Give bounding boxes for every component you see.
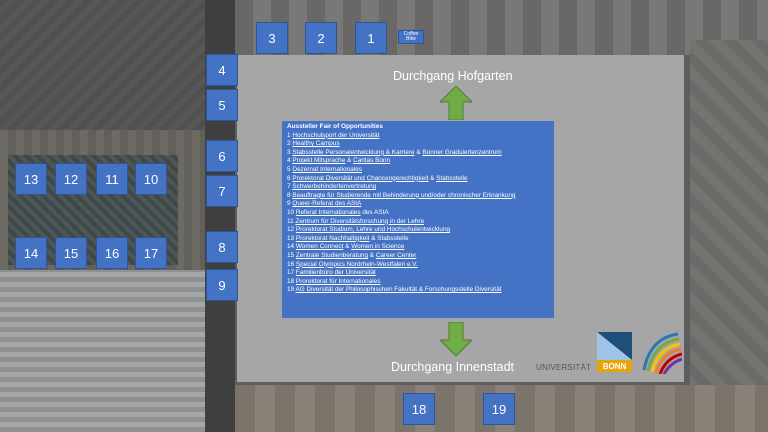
exhibitor-entry: 5 Dezernat Internationales <box>287 166 549 175</box>
exhibitor-entry: 2 Healthy Campus <box>287 140 549 149</box>
logo-universitaet-text: UNIVERSITÄT <box>536 363 592 372</box>
exhibitor-link[interactable]: Dezernat Internationales <box>292 166 362 173</box>
stand-2[interactable]: 2 <box>305 22 337 54</box>
arrow-up-icon <box>440 86 472 120</box>
exhibitor-entry: 4 Projekt Mitsprache & Caritas Bonn <box>287 157 549 166</box>
stand-7[interactable]: 7 <box>206 175 238 207</box>
exhibitor-entry: 1 Hochschulsport der Universität <box>287 132 549 141</box>
exit-label-hofgarten: Durchgang Hofgarten <box>393 69 513 83</box>
exhibitor-entry: 15 Zentrale Studienberatung & Career Cen… <box>287 252 549 261</box>
stand-3[interactable]: 3 <box>256 22 288 54</box>
exhibitor-link[interactable]: Projekt Mitsprache <box>292 157 345 164</box>
exhibitor-entry: 6 Prorektorat Diversität und Chancengere… <box>287 175 549 184</box>
background-roof-left <box>0 0 205 130</box>
exhibitor-list: Aussteller Fair of Opportunities 1 Hochs… <box>282 121 554 318</box>
stand-8[interactable]: 8 <box>206 231 238 263</box>
exhibitor-link[interactable]: Stabsstelle <box>436 175 467 182</box>
exhibitor-text: 18 <box>287 277 296 285</box>
exhibitor-text: des AStA <box>360 208 389 216</box>
exhibitor-text: 13 <box>287 234 296 242</box>
exhibitor-link[interactable]: Prorektorat Studium, Lehre und Hochschul… <box>296 226 450 233</box>
exhibitor-link[interactable]: Women in Science <box>351 243 404 250</box>
university-logo-icon <box>597 332 632 360</box>
logo-bonn-text: BONN <box>597 360 632 372</box>
diversity-logo-icon <box>642 332 682 374</box>
exit-label-innenstadt: Durchgang Innenstadt <box>391 360 515 374</box>
stand-11[interactable]: 11 <box>96 163 128 195</box>
exhibitor-list-title: Aussteller Fair of Opportunities <box>287 123 383 130</box>
stand-6[interactable]: 6 <box>206 140 238 172</box>
exhibitor-text: 17 <box>287 269 296 277</box>
stand-5[interactable]: 5 <box>206 89 238 121</box>
exhibitor-entry: 9 Queer-Referat des AStA <box>287 200 549 209</box>
exhibitor-text: 12 <box>287 226 296 234</box>
exhibitor-link[interactable]: Referat Internationales <box>296 209 361 216</box>
stand-10[interactable]: 10 <box>135 163 167 195</box>
coffee-bike-marker[interactable]: Coffee Bike <box>398 30 424 44</box>
exhibitor-link[interactable]: Schwerbehindertenvertretung <box>292 183 376 190</box>
stand-19[interactable]: 19 <box>483 393 515 425</box>
stand-4[interactable]: 4 <box>206 54 238 86</box>
exhibitor-link[interactable]: Prorektorat Diversität und Chancengerech… <box>292 175 428 182</box>
exhibitor-link[interactable]: Queer-Referat des AStA <box>292 200 361 207</box>
background-roof-bottom-left <box>0 270 205 432</box>
exhibitor-entry: 17 Familienbüro der Universität <box>287 269 549 278</box>
exhibitor-link[interactable]: Career Center <box>376 252 417 259</box>
exhibitor-text: & <box>345 157 354 165</box>
exhibitor-link[interactable]: Hochschulsport der Universität <box>292 132 379 139</box>
exhibitor-entry: 14 Women Connect & Women in Science <box>287 243 549 252</box>
exhibitor-text: 15 <box>287 251 296 259</box>
background-roof-right <box>690 40 768 432</box>
exhibitor-entry: 3 Stabsstelle Personalentwicklung & Karr… <box>287 149 549 158</box>
exhibitor-text: 14 <box>287 243 296 251</box>
stand-13[interactable]: 13 <box>15 163 47 195</box>
exhibitor-link[interactable]: AG Diversität der Philosophischen Fakult… <box>296 286 502 293</box>
stand-9[interactable]: 9 <box>206 269 238 301</box>
exhibitor-entry: 7 Schwerbehindertenvertretung <box>287 183 549 192</box>
exhibitor-link[interactable]: Special Olympics Nordrhein-Westfalen e.V… <box>296 261 418 268</box>
arrow-down-icon <box>440 322 472 356</box>
exhibitor-text: 19 <box>287 286 296 294</box>
exhibitor-link[interactable]: Women Connect <box>296 243 343 250</box>
exhibitor-link[interactable]: Stabsstelle Personalentwicklung & Karrie… <box>292 149 414 156</box>
exhibitor-link[interactable]: Zentrum für Diversitätsforschung in der … <box>295 218 424 225</box>
stand-16[interactable]: 16 <box>96 237 128 269</box>
exhibitor-text: & <box>368 251 376 259</box>
exhibitor-entry: 8 Beauftragte für Studierende mit Behind… <box>287 192 549 201</box>
stand-12[interactable]: 12 <box>55 163 87 195</box>
exhibitor-link[interactable]: Zentrale Studienberatung <box>296 252 368 259</box>
exhibitor-link[interactable]: Prorektorat für Internationales <box>296 278 381 285</box>
stand-14[interactable]: 14 <box>15 237 47 269</box>
stand-1[interactable]: 1 <box>355 22 387 54</box>
exhibitor-link[interactable]: Familienbüro der Universität <box>296 269 376 276</box>
exhibitor-entry: 18 Prorektorat für Internationales <box>287 278 549 287</box>
stand-17[interactable]: 17 <box>135 237 167 269</box>
exhibitor-entry: 19 AG Diversität der Philosophischen Fak… <box>287 286 549 295</box>
exhibitor-entry: 10 Referat Internationales des AStA <box>287 209 549 218</box>
exhibitor-link[interactable]: Beauftragte für Studierende mit Behinder… <box>292 192 515 199</box>
stand-18[interactable]: 18 <box>403 393 435 425</box>
exhibitor-link[interactable]: Prorektorat Nachhaltigkeit <box>296 235 370 242</box>
exhibitor-link[interactable]: Healthy Campus <box>292 140 339 147</box>
exhibitor-link[interactable]: Caritas Bonn <box>353 157 390 164</box>
exhibitor-text: & Stabsstelle <box>369 234 409 242</box>
exhibitor-entry: 16 Special Olympics Nordrhein-Westfalen … <box>287 261 549 270</box>
exhibitor-entry: 13 Prorektorat Nachhaltigkeit & Stabsste… <box>287 235 549 244</box>
exhibitor-entry: 12 Prorektorat Studium, Lehre und Hochsc… <box>287 226 549 235</box>
exhibitor-link[interactable]: Bonner Graduiertenzentrum <box>422 149 501 156</box>
stand-15[interactable]: 15 <box>55 237 87 269</box>
exhibitor-text: 16 <box>287 260 296 268</box>
exhibitor-entry: 11 Zentrum für Diversitätsforschung in d… <box>287 218 549 227</box>
exhibitor-text: 10 <box>287 208 296 216</box>
